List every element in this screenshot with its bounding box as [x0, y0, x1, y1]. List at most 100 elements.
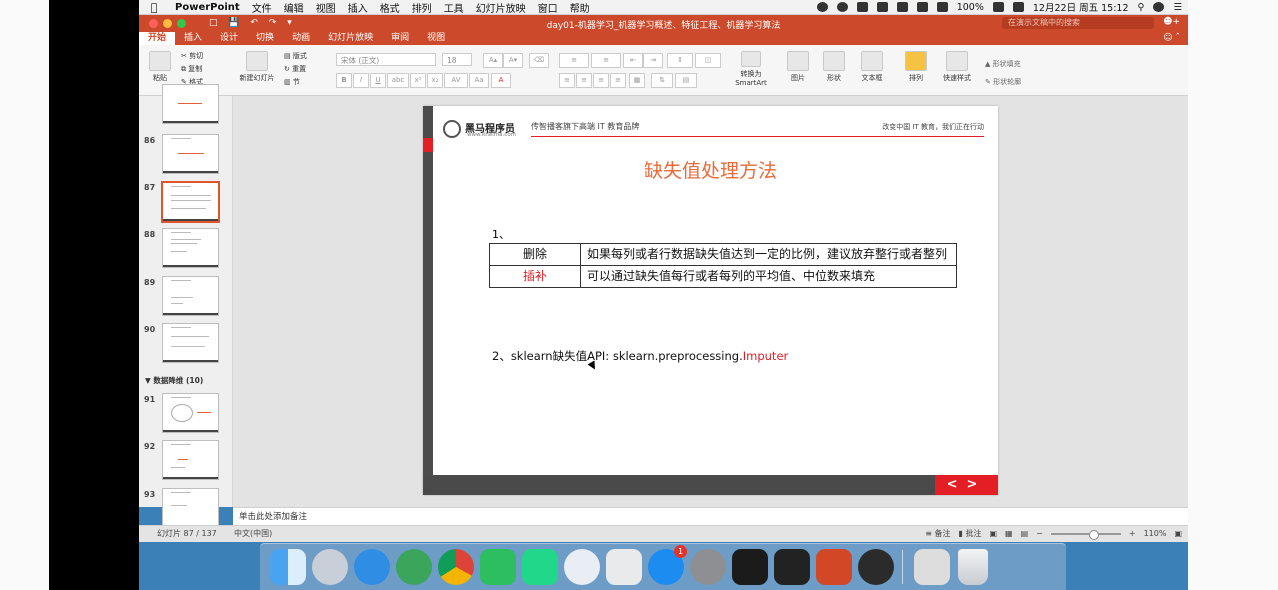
section-2-text[interactable]: 2、sklearn缺失值API: sklearn.preprocessing.I… — [492, 348, 788, 364]
missing-value-table[interactable]: 删除 如果每列或者行数据缺失值达到一定的比例，建议放弃整行或者整列 插补 可以通… — [489, 243, 957, 288]
textbox-button[interactable]: 文本框 — [857, 51, 887, 83]
align-left-button[interactable]: ≡ — [559, 73, 575, 88]
cut-button[interactable]: ✂ 剪切 — [181, 50, 203, 63]
zoom-level[interactable]: 110% — [1144, 526, 1167, 542]
slide-sorter-icon[interactable]: ▦ — [1005, 526, 1013, 542]
next-arrow-icon[interactable]: > — [967, 477, 987, 492]
char-spacing-button[interactable]: AV — [444, 73, 468, 88]
decrease-indent-button[interactable]: ⇤ — [623, 53, 643, 68]
slide-nav-arrows[interactable]: <> — [935, 475, 998, 495]
paste-button[interactable]: 粘贴 — [145, 51, 175, 83]
italic-button[interactable]: I — [353, 73, 369, 88]
reset-button[interactable]: ↻ 重置 — [284, 63, 307, 76]
decrease-font-button[interactable]: A▾ — [503, 53, 523, 68]
tab-insert[interactable]: 插入 — [175, 32, 211, 45]
powerpoint-icon[interactable] — [816, 549, 852, 585]
wifi-icon[interactable] — [916, 2, 928, 12]
quick-styles-button[interactable]: 快速样式 — [937, 51, 977, 83]
menu-tools[interactable]: 工具 — [438, 0, 470, 15]
language-indicator[interactable]: 中文(中国) — [234, 526, 272, 542]
text-direction-button[interactable]: ⇅ — [651, 73, 673, 88]
network-status-icon[interactable] — [876, 2, 888, 12]
evernote-icon[interactable] — [480, 549, 516, 585]
obs-icon[interactable] — [858, 549, 894, 585]
qq-icon[interactable] — [564, 549, 600, 585]
tab-transitions[interactable]: 切换 — [247, 32, 283, 45]
menu-window[interactable]: 窗口 — [532, 0, 564, 15]
shapes-button[interactable]: 形状 — [821, 51, 847, 83]
line-spacing-button[interactable]: ⇕ — [667, 53, 693, 68]
menu-slideshow[interactable]: 幻灯片放映 — [470, 0, 532, 15]
menu-format[interactable]: 格式 — [374, 0, 406, 15]
align-center-button[interactable]: ≡ — [576, 73, 592, 88]
launchpad-icon[interactable] — [312, 549, 348, 585]
menu-edit[interactable]: 编辑 — [278, 0, 310, 15]
trash-icon[interactable] — [958, 549, 988, 585]
align-right-button[interactable]: ≡ — [593, 73, 609, 88]
volume-icon[interactable] — [936, 2, 948, 12]
change-case-button[interactable]: Aa — [469, 73, 489, 88]
strikethrough-button[interactable]: abc — [387, 73, 409, 88]
table-cell-key[interactable]: 删除 — [489, 243, 581, 266]
menu-insert[interactable]: 插入 — [342, 0, 374, 15]
keynote-icon[interactable] — [606, 549, 642, 585]
numbering-button[interactable]: ≡ — [591, 53, 621, 68]
font-size-select[interactable]: 18 — [442, 53, 472, 66]
system-preferences-icon[interactable] — [690, 549, 726, 585]
subscript-button[interactable]: x₂ — [427, 73, 443, 88]
terminal-icon[interactable] — [732, 549, 768, 585]
smiley-feedback-icon[interactable]: ☺ ˆ — [1163, 32, 1180, 45]
tab-review[interactable]: 审阅 — [382, 32, 418, 45]
prev-arrow-icon[interactable]: < — [947, 477, 967, 492]
document-search-input[interactable]: 在演示文稿中的搜索 — [1002, 17, 1154, 29]
section-header[interactable]: ▼ 数据降维 (10) — [145, 375, 203, 386]
safari-icon[interactable] — [354, 549, 390, 585]
finder-icon[interactable] — [270, 549, 306, 585]
justify-button[interactable]: ≡ — [610, 73, 626, 88]
zoom-slider-thumb[interactable] — [1088, 530, 1099, 540]
copy-button[interactable]: ⧉ 复制 — [181, 63, 203, 76]
increase-font-button[interactable]: A▴ — [483, 53, 503, 68]
apple-icon[interactable]:  — [139, 1, 169, 14]
font-color-button[interactable]: A — [491, 73, 511, 88]
font-family-select[interactable]: 宋体 (正文) — [336, 53, 436, 66]
layout-button[interactable]: ▤ 版式 — [284, 50, 307, 63]
sync-status-icon[interactable] — [836, 2, 848, 12]
increase-indent-button[interactable]: ⇥ — [643, 53, 663, 68]
fit-to-window-icon[interactable]: ▣ — [1174, 526, 1182, 542]
appstore-icon[interactable]: 1 — [648, 545, 687, 585]
battery-icon[interactable] — [992, 2, 1004, 12]
activity-monitor-icon[interactable] — [774, 549, 810, 585]
section-1-label[interactable]: 1、 — [492, 226, 510, 242]
bold-button[interactable]: B — [336, 73, 352, 88]
cpu-monitor-icon[interactable] — [896, 2, 908, 12]
clear-format-button[interactable]: ⌫ — [529, 53, 549, 68]
section-button[interactable]: ▥ 节 — [284, 76, 307, 89]
menu-help[interactable]: 帮助 — [564, 0, 596, 15]
new-slide-button[interactable]: 新建幻灯片 — [239, 51, 275, 83]
slide-thumbnail-pane[interactable]: 86 87 88 89 90 ▼ 数据降维 (10) 91 92 93 — [139, 84, 233, 528]
arrange-button[interactable]: 排列 — [903, 51, 929, 83]
zoom-slider[interactable] — [1050, 530, 1121, 540]
bullets-button[interactable]: ≡ — [559, 53, 589, 68]
menu-view[interactable]: 视图 — [310, 0, 342, 15]
columns-button[interactable]: ◫ — [695, 53, 721, 68]
tab-design[interactable]: 设计 — [211, 32, 247, 45]
table-cell-desc[interactable]: 如果每列或者行数据缺失值达到一定的比例，建议放弃整行或者整列 — [580, 243, 957, 266]
picture-button[interactable]: 图片 — [785, 51, 811, 83]
tab-home[interactable]: 开始 — [139, 32, 176, 45]
chrome-icon[interactable] — [438, 549, 474, 585]
table-cell-desc[interactable]: 可以通过缺失值每行或者每列的平均值、中位数来填充 — [580, 265, 957, 288]
notification-center-icon[interactable]: ☰ — [1173, 2, 1182, 13]
zoom-out-button[interactable]: − — [1036, 526, 1043, 542]
spotlight-icon[interactable]: ⚲ — [1138, 2, 1145, 13]
atom-icon[interactable] — [396, 549, 432, 585]
menu-arrange[interactable]: 排列 — [406, 0, 438, 15]
slide-title[interactable]: 缺失值处理方法 — [423, 156, 998, 183]
display-icon[interactable] — [1012, 2, 1024, 12]
tab-view[interactable]: 视图 — [418, 32, 454, 45]
distributed-button[interactable]: ▦ — [629, 73, 645, 88]
preview-icon[interactable] — [914, 549, 950, 585]
table-cell-key[interactable]: 插补 — [489, 265, 581, 288]
underline-button[interactable]: U — [370, 73, 386, 88]
